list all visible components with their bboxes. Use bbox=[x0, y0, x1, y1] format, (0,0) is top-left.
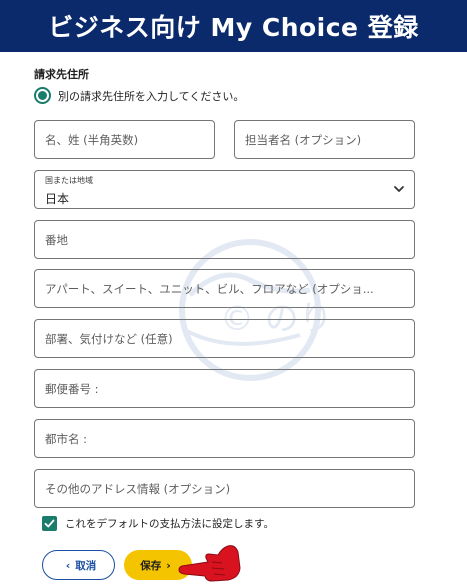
default-payment-checkbox[interactable] bbox=[42, 516, 57, 531]
country-select[interactable]: 国または地域 日本 bbox=[34, 170, 415, 209]
contact-name-field[interactable]: 担当者名 (オプション) bbox=[234, 120, 415, 159]
pointing-hand-icon bbox=[178, 545, 241, 582]
chevron-left-icon: ‹ bbox=[65, 558, 71, 572]
radio-label: 別の請求先住所を入力してください。 bbox=[58, 89, 245, 103]
name-field[interactable]: 名、姓 (半角英数) bbox=[34, 120, 215, 159]
country-label: 国または地域 bbox=[45, 176, 93, 185]
banner-title: ビジネス向け My Choice 登録 bbox=[48, 13, 419, 42]
title-banner: ビジネス向け My Choice 登録 bbox=[0, 0, 467, 52]
radio-button[interactable] bbox=[34, 87, 51, 104]
contact-placeholder: 担当者名 (オプション) bbox=[245, 132, 362, 147]
chevron-down-icon bbox=[394, 186, 404, 192]
street-placeholder: 番地 bbox=[45, 232, 68, 247]
default-payment-checkbox-row[interactable]: これをデフォルトの支払方法に設定します。 bbox=[42, 516, 274, 531]
country-value: 日本 bbox=[45, 192, 70, 206]
postal-code-field[interactable]: 郵便番号 : bbox=[34, 369, 415, 408]
name-placeholder: 名、姓 (半角英数) bbox=[45, 132, 139, 147]
radio-selected-dot bbox=[38, 91, 47, 100]
street-field[interactable]: 番地 bbox=[34, 220, 415, 259]
cancel-label: 取消 bbox=[75, 559, 97, 572]
save-label: 保存 bbox=[140, 559, 162, 572]
other-address-field[interactable]: その他のアドレス情報 (オプション) bbox=[34, 469, 415, 508]
chevron-right-icon: › bbox=[166, 558, 171, 572]
department-placeholder: 部署、気付けなど (任意) bbox=[45, 331, 173, 346]
default-payment-label: これをデフォルトの支払方法に設定します。 bbox=[65, 518, 274, 530]
checkmark-icon bbox=[44, 519, 55, 528]
department-field[interactable]: 部署、気付けなど (任意) bbox=[34, 319, 415, 358]
billing-address-radio[interactable]: 別の請求先住所を入力してください。 bbox=[34, 87, 244, 104]
city-field[interactable]: 都市名 : bbox=[34, 419, 415, 458]
postal-placeholder: 郵便番号 : bbox=[45, 381, 99, 396]
apartment-field[interactable]: アパート、スイート、ユニット、ビル、フロアなど (オプショ... bbox=[34, 269, 415, 308]
apartment-placeholder: アパート、スイート、ユニット、ビル、フロアなど (オプショ... bbox=[45, 281, 374, 296]
city-placeholder: 都市名 : bbox=[45, 431, 88, 446]
other-placeholder: その他のアドレス情報 (オプション) bbox=[45, 481, 231, 496]
billing-section-title: 請求先住所 bbox=[34, 68, 89, 81]
cancel-button[interactable]: ‹ 取消 bbox=[42, 550, 115, 580]
